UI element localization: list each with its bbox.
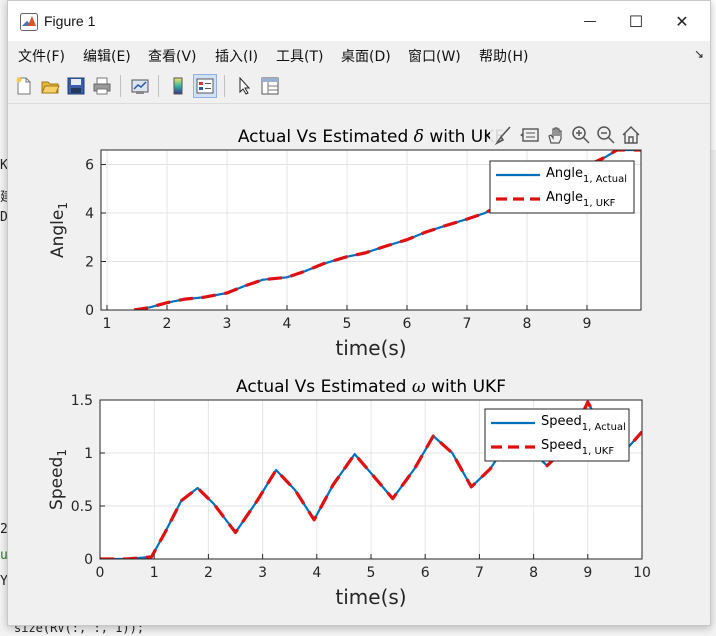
toolbar-separator [120,75,121,97]
legend-icon[interactable] [193,74,217,98]
minimize-button[interactable]: — [567,1,613,41]
pointer-icon[interactable] [232,74,256,98]
menu-desktop[interactable]: 桌面(D) [341,46,391,66]
x-tick-label: 2 [163,316,172,332]
x-tick-label: 3 [223,316,232,332]
y-tick-label: 1.5 [71,393,93,409]
x-tick-label: 7 [475,565,484,581]
close-button[interactable]: ✕ [659,1,705,41]
x-tick-label: 9 [583,316,592,332]
x-tick-label: 0 [96,565,105,581]
x-tick-label: 9 [583,565,592,581]
close-icon: ✕ [675,11,689,31]
x-axis-label: time(s) [335,336,406,360]
y-axis-label: Angle1 [48,202,70,258]
y-tick-label: 0 [85,303,94,319]
figure-plots: 1 2 3 4 5 6 7 8 9 0 2 4 6 Actual Vs Estimated δ with… [47,123,651,609]
toolbar-separator [158,75,159,97]
figure-canvas: 1 2 3 4 5 6 7 8 9 0 2 4 6 Actual Vs Estimated δ with… [8,104,710,625]
x-tick-label: 1 [150,565,159,581]
x-tick-label: 8 [529,565,538,581]
y-tick-label: 0 [84,552,93,568]
y-tick-label: 0.5 [71,499,93,515]
new-figure-icon[interactable] [12,74,36,98]
y-tick-label: 6 [85,158,94,174]
axes-angle[interactable]: 1 2 3 4 5 6 7 8 9 0 2 4 6 Actual Vs Estimated δ with… [48,127,642,360]
x-tick-label: 10 [633,565,651,581]
window-title: Figure 1 [44,13,96,29]
x-tick-label: 4 [312,565,321,581]
menu-help[interactable]: 帮助(H) [479,46,528,66]
menu-file[interactable]: 文件(F) [18,46,65,66]
x-tick-label: 2 [204,565,213,581]
x-tick-label: 6 [403,316,412,332]
menu-bar: 文件(F) 编辑(E) 查看(V) 插入(I) 工具(T) 桌面(D) 窗口(W… [8,41,710,69]
minimize-icon: — [583,13,597,29]
y-tick-label: 2 [85,255,94,271]
x-tick-label: 5 [367,565,376,581]
maximize-icon: ☐ [628,11,644,31]
y-tick-label: 1 [84,446,93,462]
y-tick-label: 4 [85,206,94,222]
axes-speed[interactable]: 0 1 2 3 4 5 6 7 8 9 10 0 0.5 1 1.5 Actual Vs Estimated… [47,377,651,609]
menu-overflow-icon[interactable]: ↘ [694,47,704,61]
x-tick-label: 1 [103,316,112,332]
save-icon[interactable] [64,74,88,98]
maximize-button[interactable]: ☐ [613,1,659,41]
axes-toolbar-background [490,123,646,149]
x-tick-label: 3 [258,565,267,581]
x-axis-label: time(s) [335,585,406,609]
axes-title: Actual Vs Estimated ω with UKF [236,377,506,397]
menu-window[interactable]: 窗口(W) [408,46,461,66]
title-bar[interactable]: Figure 1 — ☐ ✕ [8,1,710,41]
menu-view[interactable]: 查看(V) [148,46,197,66]
axes-title: Actual Vs Estimated δ with UKF [238,127,504,147]
link-plot-icon[interactable] [128,74,152,98]
axes-toolbar [490,123,646,149]
print-icon[interactable] [90,74,114,98]
x-tick-label: 7 [463,316,472,332]
x-tick-label: 8 [523,316,532,332]
toolbar-separator [224,75,225,97]
matlab-logo-icon [20,13,38,31]
open-file-icon[interactable] [38,74,62,98]
property-inspector-icon[interactable] [258,74,282,98]
menu-insert[interactable]: 插入(I) [215,46,258,66]
y-axis-label: Speed1 [47,449,69,510]
figure-window: Figure 1 — ☐ ✕ 文件(F) 编辑(E) 查看(V) 插入(I) 工… [7,0,711,626]
menu-edit[interactable]: 编辑(E) [83,46,131,66]
legend[interactable]: Angle1, ActualAngle1, UKF [489,160,635,214]
x-tick-label: 5 [343,316,352,332]
menu-tools[interactable]: 工具(T) [276,46,323,66]
x-tick-label: 6 [421,565,430,581]
colorbar-icon[interactable] [166,74,190,98]
x-tick-label: 4 [283,316,292,332]
figure-toolbar [8,69,710,104]
legend[interactable]: Speed1, ActualSpeed1, UKF [484,408,630,462]
